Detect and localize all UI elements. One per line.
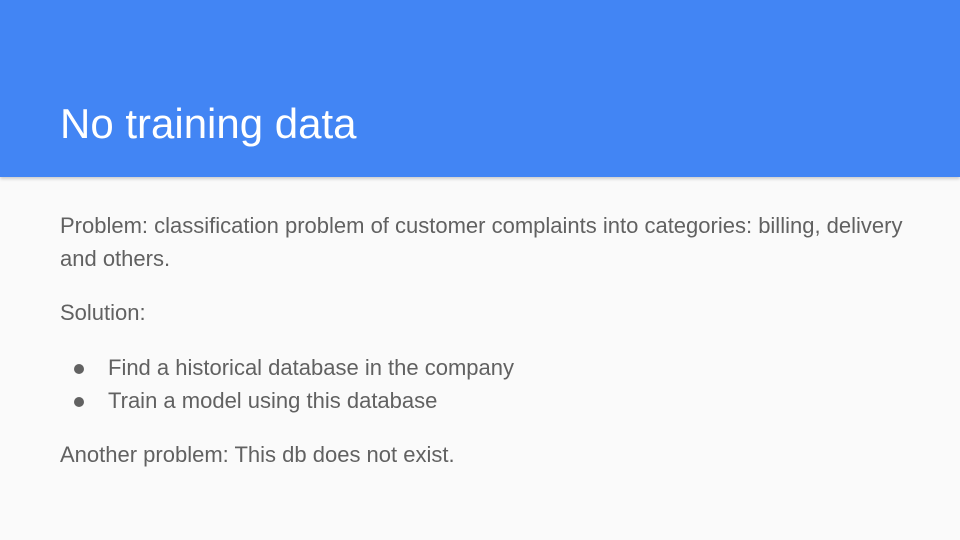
- title-bar: No training data: [0, 0, 960, 177]
- list-item: Find a historical database in the compan…: [60, 351, 920, 384]
- another-problem: Another problem: This db does not exist.: [60, 442, 455, 467]
- solution-label: Solution:: [60, 300, 146, 325]
- list-item-text: Find a historical database in the compan…: [108, 355, 515, 380]
- slide-body: Problem: classification problem of custo…: [60, 209, 920, 471]
- slide: No training data Problem: classification…: [0, 0, 960, 540]
- list-item-text: Train a model using this database: [108, 388, 438, 413]
- bullet-icon: [74, 364, 84, 374]
- problem-statement: Problem: classification problem of custo…: [60, 213, 903, 271]
- slide-title: No training data: [60, 100, 357, 147]
- bullet-icon: [74, 397, 84, 407]
- list-item: Train a model using this database: [60, 384, 920, 417]
- solution-list: Find a historical database in the compan…: [60, 351, 920, 417]
